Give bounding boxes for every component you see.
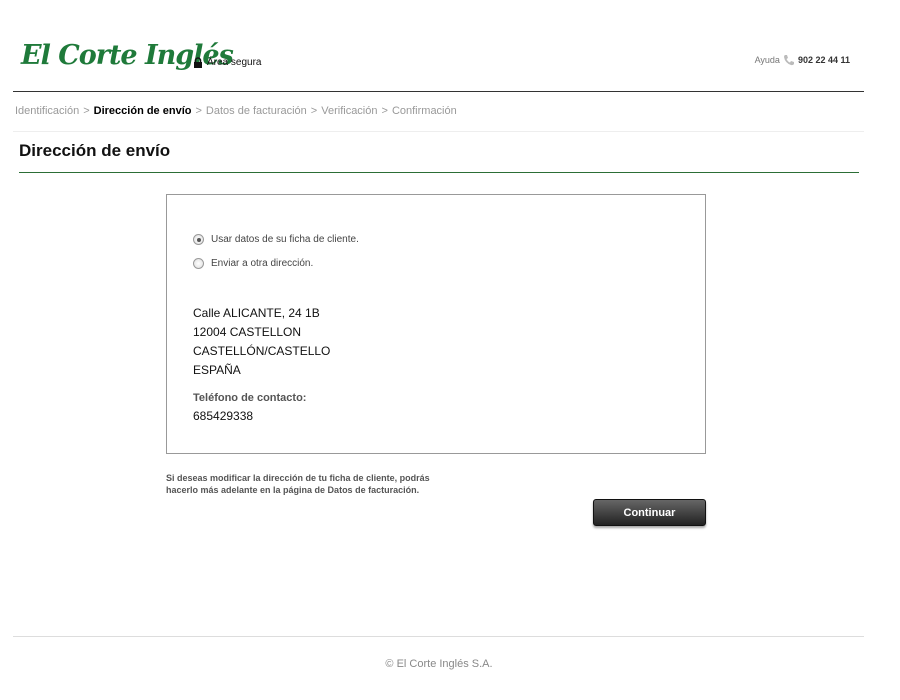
breadcrumb-separator: > (83, 105, 90, 117)
address-line: 12004 CASTELLON (193, 325, 302, 339)
option-use-customer-data[interactable]: Usar datos de su ficha de cliente. (193, 234, 359, 245)
secure-area-label: Área segura (207, 57, 262, 68)
lock-icon (194, 57, 202, 68)
option-other-address[interactable]: Enviar a otra dirección. (193, 258, 313, 269)
shipping-panel: Usar datos de su ficha de cliente. Envia… (166, 194, 706, 454)
breadcrumb-separator: > (195, 105, 202, 117)
breadcrumb-step-verificacion: Verificación (321, 105, 378, 117)
address-line: CASTELLÓN/CASTELLO (193, 344, 331, 358)
breadcrumb-separator: > (310, 105, 318, 117)
edit-address-note: Si deseas modificar la dirección de tu f… (166, 472, 496, 496)
option-use-customer-data-label[interactable]: Usar datos de su ficha de cliente. (211, 234, 359, 245)
phone-icon (783, 55, 794, 66)
contact-phone-value: 685429338 (193, 409, 254, 423)
continue-button[interactable]: Continuar (593, 499, 706, 526)
shipping-address: Calle ALICANTE, 24 1B 12004 CASTELLON CA… (193, 304, 330, 380)
breadcrumb-step-direccion-envio: Dirección de envío (93, 105, 192, 117)
contact-phone-label: Teléfono de contacto: (193, 392, 307, 404)
address-line: Calle ALICANTE, 24 1B (193, 306, 320, 320)
breadcrumb-divider (13, 131, 864, 132)
secure-area: Área segura (193, 57, 261, 68)
breadcrumb-separator: > (381, 105, 388, 117)
title-divider (19, 172, 859, 173)
footer-divider (13, 636, 864, 637)
footer-copyright: © El Corte Inglés S.A. (385, 658, 493, 670)
breadcrumb-step-identificacion: Identificación (15, 105, 80, 117)
note-line: hacerlo más adelante en la página de Dat… (166, 485, 420, 495)
header: El Corte Inglés Área segura Ayuda 902 22… (13, 0, 864, 92)
breadcrumb: Identificación > Dirección de envío > Datos … (15, 105, 457, 117)
radio-use-customer-data[interactable] (193, 234, 204, 245)
option-other-address-label[interactable]: Enviar a otra dirección. (211, 258, 313, 269)
note-line: Si deseas modificar la dirección de tu f… (166, 473, 430, 483)
help-phone-number: 902 22 44 11 (797, 55, 850, 65)
page-title: Dirección de envío (19, 141, 171, 160)
breadcrumb-step-confirmacion: Confirmación (391, 105, 457, 117)
help-label[interactable]: Ayuda (755, 55, 780, 65)
breadcrumb-step-datos-facturacion: Datos de facturación (205, 105, 307, 117)
help-contact: Ayuda 902 22 44 11 (755, 54, 850, 66)
radio-other-address[interactable] (193, 258, 204, 269)
address-line: ESPAÑA (193, 363, 241, 377)
